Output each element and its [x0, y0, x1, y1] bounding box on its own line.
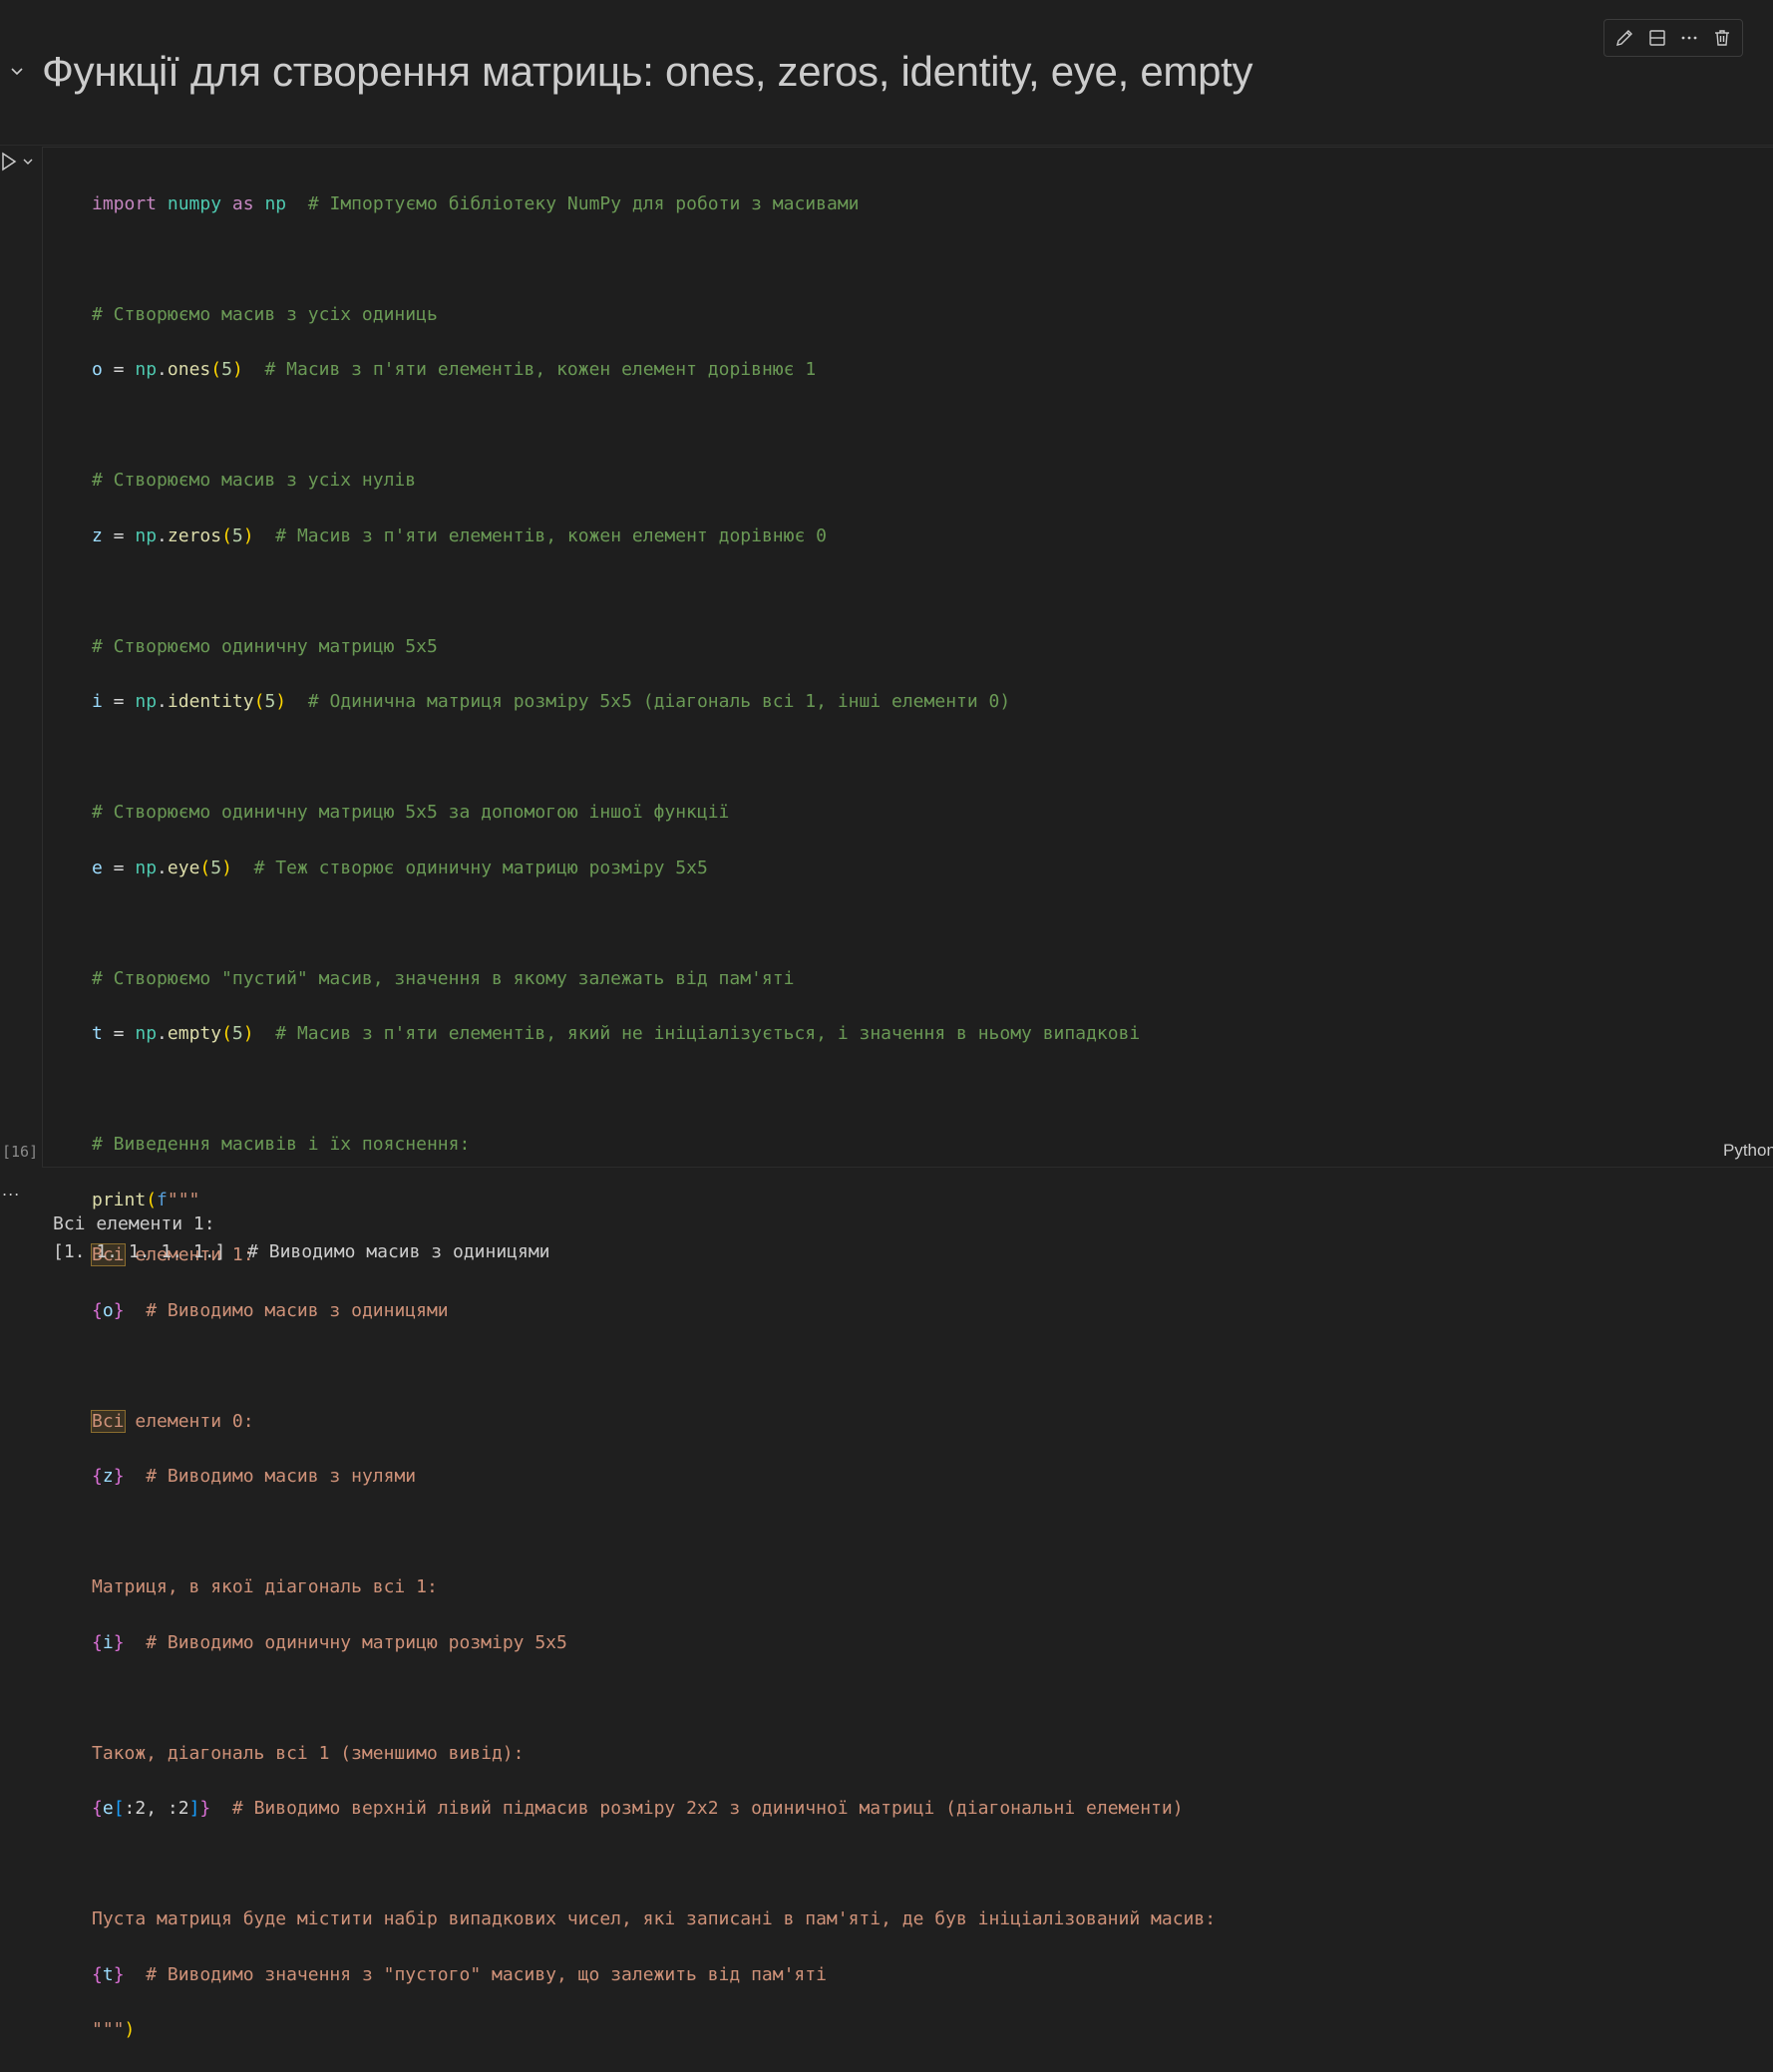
kernel-language-label[interactable]: Python	[1723, 1141, 1773, 1161]
trash-icon[interactable]	[1708, 24, 1736, 52]
markdown-heading: Функції для створення матриць: ones, zer…	[42, 48, 1253, 95]
code-line: i = np.identity(5) # Одинична матриця ро…	[92, 691, 1011, 713]
more-icon[interactable]	[1675, 24, 1703, 52]
code-line: # Створюємо одиничну матрицю 5x5 за допо…	[92, 802, 730, 824]
collapse-chevron-icon[interactable]	[8, 62, 26, 80]
split-cell-icon[interactable]	[1643, 24, 1671, 52]
code-line: t = np.empty(5) # Масив з п'яти елементі…	[92, 1023, 1141, 1045]
run-cell-icon[interactable]	[0, 152, 18, 172]
cell-divider	[0, 145, 1773, 146]
code-line: z = np.zeros(5) # Масив з п'яти елементі…	[92, 524, 827, 546]
code-line: {t} # Виводимо значення з "пустого" маси…	[92, 1963, 827, 1985]
run-options-chevron-icon[interactable]	[22, 156, 34, 168]
code-line: import numpy as np # Імпортуємо бібліоте…	[92, 192, 860, 214]
code-line: {o} # Виводимо масив з одиницями	[92, 1299, 449, 1321]
code-line: Всі елементи 0:	[91, 1409, 254, 1433]
pencil-icon[interactable]	[1610, 24, 1638, 52]
code-line: {e[:2, :2]} # Виводимо верхній лівий під…	[92, 1798, 1184, 1820]
code-line: Матриця, в якої діагональ всі 1:	[92, 1576, 438, 1598]
code-line: Пуста матриця буде містити набір випадко…	[92, 1908, 1217, 1930]
output-divider	[42, 1167, 1773, 1168]
output-line: Всі елементи 1:	[53, 1213, 215, 1234]
code-content[interactable]: import numpy as np # Імпортуємо бібліоте…	[91, 163, 1217, 2072]
execution-count: [16]	[2, 1143, 39, 1161]
cell-output: Всі елементи 1: [1. 1. 1. 1. 1.] # Виводи…	[53, 1210, 550, 1266]
code-line: Також, діагональ всі 1 (зменшимо вивід):	[92, 1742, 525, 1764]
code-line: o = np.ones(5) # Масив з п'яти елементів…	[92, 359, 817, 381]
code-line: """)	[92, 2019, 136, 2041]
run-controls	[0, 152, 34, 172]
code-line: # Створюємо масив з усіх одиниць	[92, 303, 438, 325]
code-line: # Створюємо одиничну матрицю 5x5	[92, 635, 438, 657]
output-actions-ellipsis[interactable]: ...	[2, 1181, 20, 1200]
code-line: e = np.eye(5) # Теж створює одиничну мат…	[92, 857, 708, 878]
code-line: {i} # Виводимо одиничну матрицю розміру …	[92, 1631, 567, 1653]
cell-toolbar	[1603, 19, 1743, 57]
code-line: {z} # Виводимо масив з нулями	[92, 1466, 417, 1488]
output-line: [1. 1. 1. 1. 1.] # Виводимо масив з один…	[53, 1241, 550, 1262]
code-line: # Створюємо масив з усіх нулів	[92, 470, 417, 492]
code-line: # Створюємо "пустий" масив, значення в я…	[92, 967, 795, 989]
code-line: # Виведення масивів і їх пояснення:	[92, 1134, 471, 1156]
